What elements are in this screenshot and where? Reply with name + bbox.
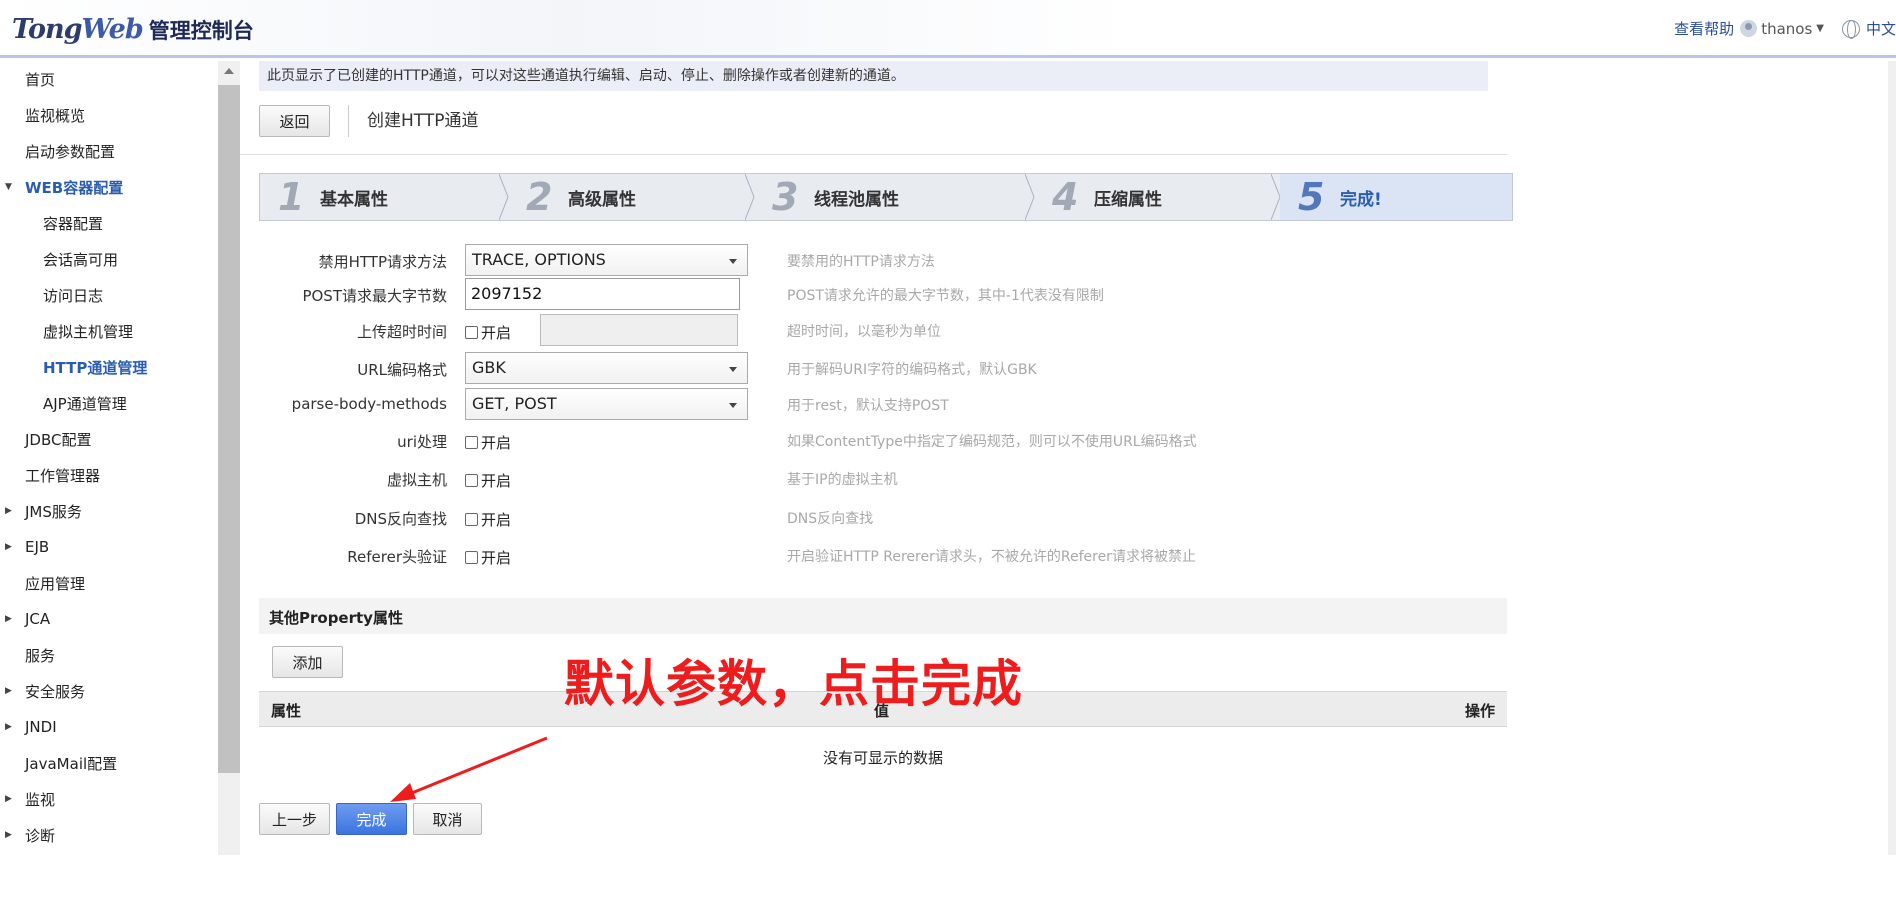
user-menu[interactable]: thanos ▼	[1740, 20, 1836, 38]
sidebar-item-label: 访问日志	[43, 286, 104, 305]
field-hint: 用于rest，默认支持POST	[787, 398, 949, 414]
expand-right-icon[interactable]: ▶	[5, 722, 12, 732]
dropdown-arrow-icon	[729, 367, 737, 372]
step-number: 5	[1298, 175, 1325, 219]
sidebar-item-label: JMS服务	[25, 502, 82, 521]
field-hint: 超时时间，以毫秒为单位	[787, 324, 941, 340]
sidebar-item[interactable]: 会话高可用	[0, 241, 218, 277]
sidebar-item-label: 容器配置	[43, 214, 104, 233]
step-label: 线程池属性	[814, 189, 899, 210]
sidebar-item-label: HTTP通道管理	[43, 358, 148, 377]
expand-right-icon[interactable]: ▶	[5, 542, 12, 552]
page-scrollbar[interactable]	[1888, 61, 1896, 855]
sidebar-item[interactable]: JDBC配置	[0, 421, 218, 457]
sidebar-item-label: 工作管理器	[25, 466, 101, 485]
top-header: TongWeb 管理控制台 查看帮助 thanos ▼ 中文	[0, 0, 1896, 58]
sidebar-item-label: 启动参数配置	[25, 142, 116, 161]
expand-right-icon[interactable]: ▶	[5, 614, 12, 624]
globe-icon[interactable]	[1841, 19, 1860, 39]
sidebar-item[interactable]: ▼ WEB容器配置	[0, 169, 218, 205]
step-label: 压缩属性	[1094, 189, 1162, 210]
tongweb-logo: TongWeb 管理控制台	[12, 14, 254, 48]
expand-right-icon[interactable]: ▶	[5, 686, 12, 696]
expand-down-icon[interactable]: ▼	[5, 182, 12, 192]
field-hint: POST请求允许的最大字节数，其中-1代表没有限制	[787, 288, 1104, 304]
field-hint: 开启验证HTTP Rererer请求头，不被允许的Referer请求将被禁止	[787, 549, 1196, 565]
language-switch[interactable]: 中文	[1866, 18, 1896, 39]
expand-right-icon[interactable]: ▶	[5, 506, 12, 516]
field-hint: 用于解码URI字符的编码格式，默认GBK	[787, 362, 1037, 378]
logo-main-text: Tong	[12, 14, 83, 45]
step-number: 4	[1052, 175, 1079, 219]
caret-down-icon: ▼	[1816, 23, 1824, 34]
annotation-arrow-icon	[390, 736, 548, 802]
sidebar-item-label: 诊断	[25, 826, 56, 845]
sidebar-item-label: AJP通道管理	[43, 394, 127, 413]
sidebar-item-label: 服务	[25, 646, 56, 665]
sidebar-item[interactable]: 容器配置	[0, 205, 218, 241]
sidebar-item-label: 虚拟主机管理	[43, 322, 134, 341]
sidebar-item-label: JDBC配置	[25, 430, 92, 449]
sidebar-nav: 首页监视概览启动参数配置 ▼ WEB容器配置 容器配置会话高可用访问日志虚拟主机管理 H…	[0, 61, 218, 855]
annotation-text: 默认参数，点击完成	[564, 655, 1023, 713]
sidebar-item-label: 监视	[25, 790, 56, 809]
sidebar-item-label: WEB容器配置	[25, 178, 124, 197]
sidebar-item-label: 会话高可用	[43, 250, 119, 269]
step-finish[interactable]: 5 完成!	[1280, 174, 1512, 220]
step-label: 完成!	[1340, 189, 1382, 210]
expand-right-icon[interactable]: ▶	[5, 830, 12, 840]
sidebar-item[interactable]: 服务	[0, 637, 218, 673]
sidebar-item[interactable]: 访问日志	[0, 277, 218, 313]
scrollbar-thumb[interactable]	[218, 85, 240, 773]
sidebar-item[interactable]: 虚拟主机管理	[0, 313, 218, 349]
sidebar-item[interactable]: ▶ JMS服务	[0, 493, 218, 529]
sidebar-item-label: 安全服务	[25, 682, 86, 701]
sidebar-item[interactable]: ▶ 诊断	[0, 817, 218, 853]
sidebar-item[interactable]: 首页	[0, 61, 218, 97]
help-link[interactable]: 查看帮助	[1674, 18, 1734, 39]
field-hint: 如果ContentType中指定了编码规范，则可以不使用URL编码格式	[787, 434, 1197, 450]
dropdown-arrow-icon	[729, 259, 737, 264]
col-action: 操作	[1464, 702, 1495, 720]
sidebar-item[interactable]: 应用管理	[0, 565, 218, 601]
sidebar-item-label: 监视概览	[25, 106, 86, 125]
sidebar-item-label: EJB	[25, 538, 50, 556]
sidebar-item[interactable]: ▶ EJB	[0, 529, 218, 565]
sidebar-scrollbar[interactable]	[218, 61, 240, 855]
username: thanos	[1761, 19, 1813, 38]
sidebar-item-label: 应用管理	[25, 574, 86, 593]
step-compression[interactable]: 4 压缩属性	[1034, 174, 1281, 220]
field-hint: 要禁用的HTTP请求方法	[787, 254, 935, 270]
sidebar-item-label: JCA	[25, 610, 51, 628]
sidebar-item[interactable]: JavaMail配置	[0, 745, 218, 781]
sidebar-item[interactable]: ▶ 监视	[0, 781, 218, 817]
scroll-up-arrow-icon[interactable]	[224, 68, 234, 74]
sidebar-item-label: JNDI	[25, 718, 57, 736]
field-hint: DNS反向查找	[787, 511, 874, 527]
logo-web-text: Web	[81, 14, 144, 45]
main-content: 此页显示了已创建的HTTP通道，可以对这些通道执行编辑、启动、停止、删除操作或者…	[240, 61, 1896, 855]
sidebar-item[interactable]: ▶ JNDI	[0, 709, 218, 745]
sidebar-item[interactable]: ▶ 安全服务	[0, 673, 218, 709]
header-actions: 查看帮助 thanos ▼ 中文	[1674, 18, 1896, 39]
user-icon	[1740, 20, 1758, 37]
sidebar-item[interactable]: ▶ JCA	[0, 601, 218, 637]
sidebar-item[interactable]: HTTP通道管理	[0, 349, 218, 385]
sidebar-item[interactable]: AJP通道管理	[0, 385, 218, 421]
expand-right-icon[interactable]: ▶	[5, 794, 12, 804]
sidebar-item[interactable]: 工作管理器	[0, 457, 218, 493]
sidebar-item-label: JavaMail配置	[25, 754, 118, 773]
sidebar-item-label: 首页	[25, 70, 56, 89]
sidebar-item[interactable]: 启动参数配置	[0, 133, 218, 169]
step-number: 3	[772, 175, 799, 219]
sidebar-item[interactable]: 监视概览	[0, 97, 218, 133]
step-threadpool[interactable]: 3 线程池属性	[754, 174, 1035, 220]
dropdown-arrow-icon	[729, 403, 737, 408]
logo-subtitle: 管理控制台	[148, 19, 254, 43]
field-hint: 基于IP的虚拟主机	[787, 472, 898, 488]
